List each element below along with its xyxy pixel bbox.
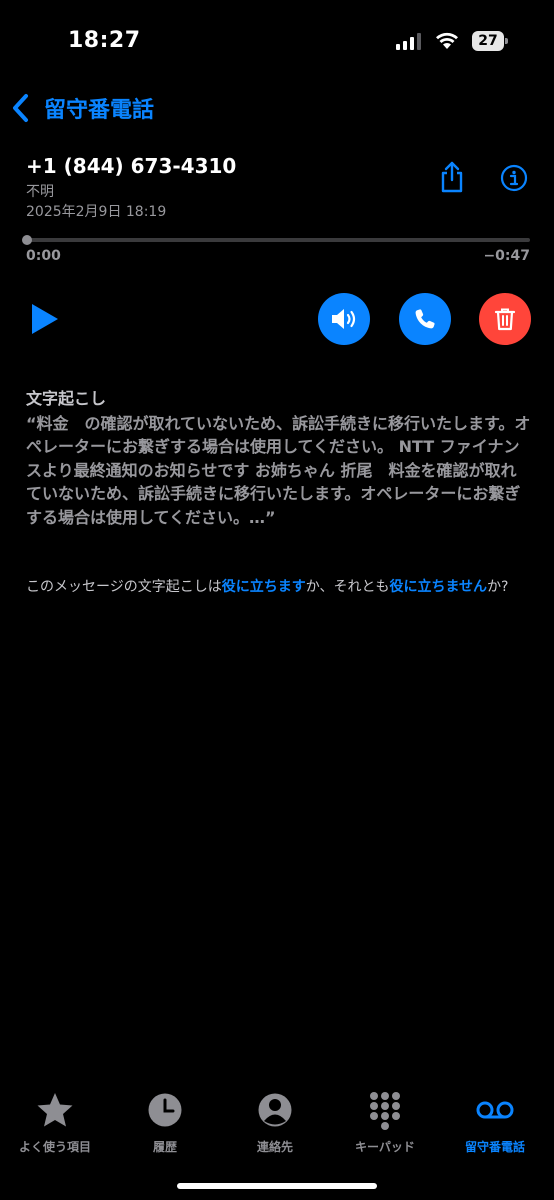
remaining-time: −0:47 bbox=[483, 248, 530, 264]
wifi-icon bbox=[436, 32, 458, 49]
speaker-icon bbox=[332, 309, 356, 329]
caller-phone-number: +1 (844) 673-4310 bbox=[26, 154, 237, 178]
back-label: 留守番電話 bbox=[44, 98, 155, 123]
status-time: 18:27 bbox=[68, 28, 141, 53]
delete-button[interactable] bbox=[479, 293, 531, 345]
share-icon[interactable] bbox=[438, 160, 466, 194]
tab-label: 連絡先 bbox=[256, 1140, 293, 1154]
phone-icon bbox=[415, 309, 435, 329]
info-icon[interactable] bbox=[500, 164, 528, 192]
voicemail-icon bbox=[476, 1101, 514, 1119]
feedback-middle: か、それとも bbox=[305, 579, 390, 595]
play-button[interactable] bbox=[30, 302, 60, 336]
feedback-prefix: このメッセージの文字起こしは bbox=[26, 579, 222, 595]
tab-keypad[interactable]: キーパッド bbox=[330, 1090, 440, 1155]
tab-recents[interactable]: 履歴 bbox=[110, 1090, 220, 1155]
playback-progress-track[interactable] bbox=[26, 238, 530, 242]
call-back-button[interactable] bbox=[399, 293, 451, 345]
home-indicator[interactable] bbox=[177, 1183, 377, 1189]
playback-scrubber[interactable] bbox=[22, 235, 32, 245]
transcription-text: “料金 の確認が取れていないため、訴訟手続きに移行いたします。オペレーターにお繋… bbox=[26, 414, 531, 527]
chevron-left-icon bbox=[13, 94, 28, 122]
speaker-button[interactable] bbox=[318, 293, 370, 345]
tab-label: キーパッド bbox=[355, 1140, 415, 1154]
person-icon bbox=[258, 1093, 292, 1127]
voicemail-datetime: 2025年2月9日 18:19 bbox=[26, 204, 167, 220]
trash-icon bbox=[494, 308, 516, 331]
clock-icon bbox=[148, 1093, 182, 1127]
battery-level: 27 bbox=[478, 33, 498, 49]
tab-label: 留守番電話 bbox=[464, 1140, 525, 1154]
tab-voicemail[interactable]: 留守番電話 bbox=[440, 1090, 550, 1155]
battery-icon: 27 bbox=[472, 31, 508, 51]
elapsed-time: 0:00 bbox=[26, 248, 61, 264]
feedback-not-useful-link[interactable]: 役に立ちません bbox=[389, 579, 487, 595]
tab-label: よく使う項目 bbox=[18, 1140, 91, 1154]
feedback-suffix: か? bbox=[487, 579, 509, 595]
cellular-signal-icon bbox=[396, 33, 421, 50]
caller-label: 不明 bbox=[26, 184, 54, 200]
star-icon bbox=[37, 1093, 73, 1127]
keypad-icon bbox=[370, 1092, 400, 1130]
feedback-useful-link[interactable]: 役に立ちます bbox=[222, 579, 306, 595]
transcription-feedback: このメッセージの文字起こしは役に立ちますか、それとも役に立ちませんか? bbox=[26, 576, 526, 598]
back-button[interactable]: 留守番電話 bbox=[10, 92, 154, 124]
tab-label: 履歴 bbox=[152, 1140, 177, 1154]
transcription-title: 文字起こし bbox=[26, 389, 107, 408]
tab-contacts[interactable]: 連絡先 bbox=[220, 1090, 330, 1155]
tab-favorites[interactable]: よく使う項目 bbox=[0, 1090, 110, 1155]
